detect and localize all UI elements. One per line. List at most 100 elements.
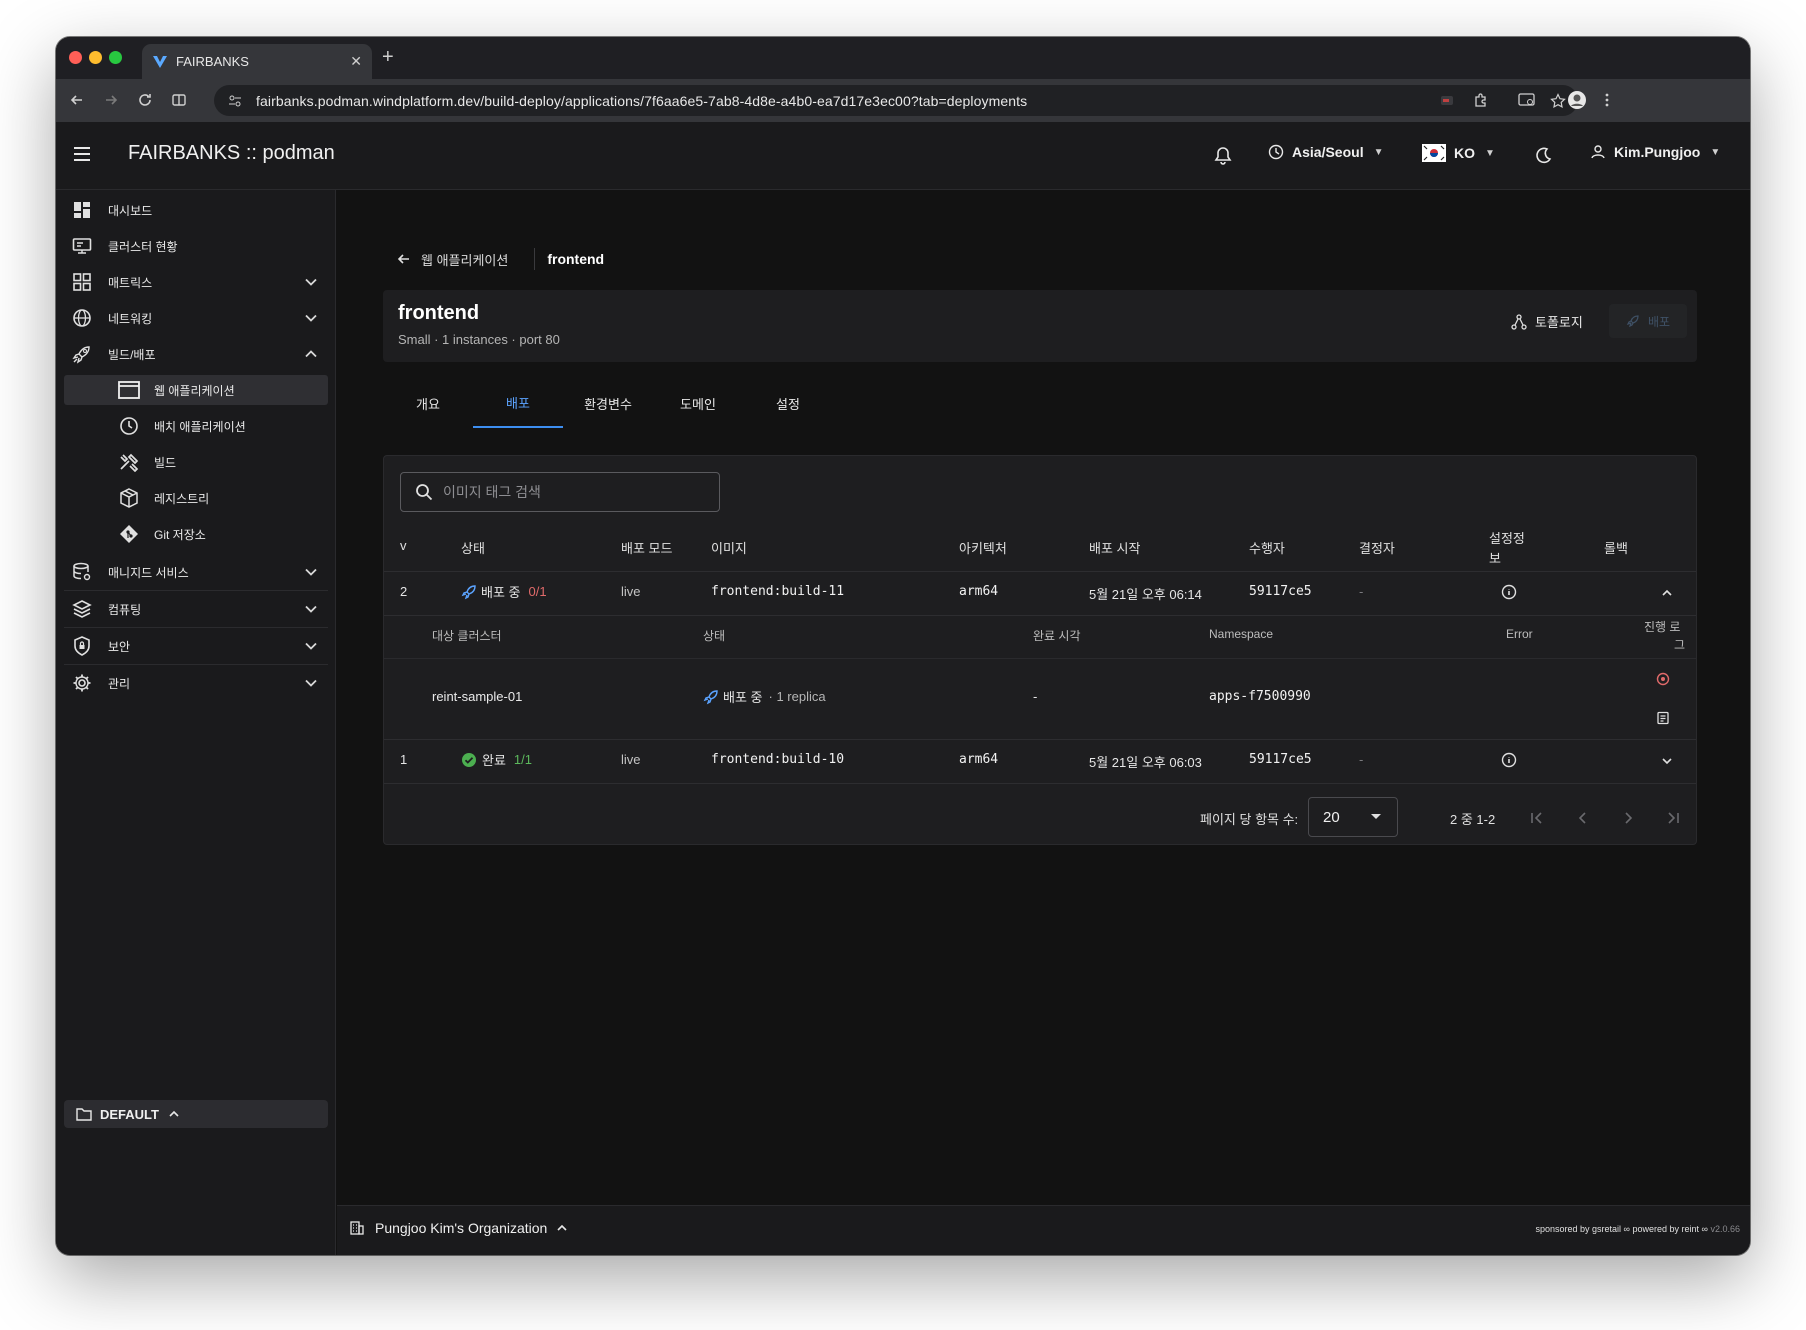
col-header-mode[interactable]: 배포 모드	[621, 538, 672, 557]
new-tab-icon[interactable]: +	[382, 46, 394, 69]
col-header-image[interactable]: 이미지	[711, 538, 747, 557]
browser-menu-icon[interactable]	[1596, 89, 1618, 111]
status-label: 완료	[482, 753, 506, 768]
sidebar-item-dashboard[interactable]: 대시보드	[64, 194, 328, 226]
next-page-icon[interactable]	[1619, 809, 1637, 827]
row-divider	[384, 571, 1696, 572]
sub-row-done: -	[1033, 689, 1038, 704]
chevron-up-icon	[557, 1224, 567, 1231]
sidebar-item-security[interactable]: 보안	[64, 630, 328, 662]
profile-avatar-icon[interactable]	[1566, 89, 1588, 111]
workspace-label: DEFAULT	[100, 1106, 159, 1122]
minimize-window-button[interactable]	[89, 51, 102, 64]
timezone-selector[interactable]: Asia/Seoul ▼	[1268, 144, 1384, 160]
tab-overview[interactable]: 개요	[383, 378, 473, 428]
info-icon[interactable]	[1501, 584, 1517, 600]
hamburger-menu-icon[interactable]	[72, 144, 92, 164]
clock-icon	[120, 417, 138, 435]
link-icon: ∞	[1623, 1224, 1630, 1234]
rows-per-page-label: 페이지 당 항목 수:	[1200, 812, 1299, 827]
browser-tab[interactable]: FAIRBANKS ✕	[142, 44, 372, 79]
rocket-icon	[703, 689, 718, 704]
col-header-version[interactable]: v	[400, 538, 407, 553]
sub-header-namespace: Namespace	[1209, 627, 1274, 641]
breadcrumb-back-link[interactable]: 웹 애플리케이션	[421, 250, 508, 269]
first-page-icon[interactable]	[1528, 809, 1546, 827]
col-header-arch[interactable]: 아키텍처	[959, 538, 1007, 557]
sidebar-item-cluster-status[interactable]: 클러스터 현황	[64, 230, 328, 262]
extensions-puzzle-icon[interactable]	[1470, 89, 1492, 111]
col-header-approver[interactable]: 결정자	[1359, 538, 1395, 557]
row-2-image: frontend:build-11	[711, 584, 845, 599]
close-tab-icon[interactable]: ✕	[350, 53, 362, 70]
chevron-down-icon: ▼	[1485, 147, 1495, 159]
deploy-button[interactable]: 배포	[1609, 304, 1687, 338]
powered-text: powered by reint	[1632, 1224, 1700, 1234]
sidebar-item-computing[interactable]: 컴퓨팅	[64, 593, 328, 625]
sub-header-status: 상태	[703, 629, 726, 643]
notification-bell-icon[interactable]	[1213, 146, 1233, 166]
row-1-approver: -	[1359, 752, 1364, 767]
search-input[interactable]	[443, 484, 703, 500]
sidebar-item-label: 관리	[108, 676, 131, 691]
sidebar-subitem-web-applications[interactable]: 웹 애플리케이션	[64, 375, 328, 405]
language-label: KO	[1454, 145, 1475, 161]
sidebar-item-build-deploy[interactable]: 빌드/배포	[64, 338, 328, 370]
row-1-version: 1	[400, 752, 408, 767]
sidebar-item-admin[interactable]: 관리	[64, 667, 328, 699]
topology-button[interactable]: 토폴로지	[1511, 312, 1583, 331]
stop-circle-icon[interactable]	[1656, 672, 1670, 686]
extension-icon[interactable]	[1436, 89, 1458, 111]
sidebar-subitem-batch-applications[interactable]: 배치 애플리케이션	[64, 411, 328, 441]
rocket-icon	[72, 346, 90, 364]
language-selector[interactable]: KO ▼	[1422, 144, 1495, 162]
tab-settings[interactable]: 설정	[743, 378, 833, 428]
row-divider	[384, 783, 1696, 784]
close-window-button[interactable]	[69, 51, 82, 64]
col-header-start[interactable]: 배포 시작	[1089, 538, 1140, 557]
bookmark-star-icon[interactable]	[1550, 92, 1566, 109]
row-2-version: 2	[400, 584, 408, 599]
sidebar-item-networking[interactable]: 네트워킹	[64, 302, 328, 334]
sub-header-log-line2: 그	[1674, 638, 1686, 652]
back-icon[interactable]	[66, 89, 88, 111]
log-document-icon[interactable]	[1656, 711, 1670, 725]
info-icon[interactable]	[1501, 752, 1517, 768]
sidebar-item-metrics[interactable]: 매트릭스	[64, 266, 328, 298]
sidebar-subitem-git-repositories[interactable]: Git 저장소	[64, 519, 328, 549]
sidebar-subitem-registry[interactable]: 레지스트리	[64, 483, 328, 513]
address-bar[interactable]: fairbanks.podman.windplatform.dev/build-…	[214, 85, 1578, 116]
user-menu[interactable]: Kim.Pungjoo ▼	[1590, 144, 1720, 160]
previous-page-icon[interactable]	[1574, 809, 1592, 827]
image-tag-search[interactable]	[400, 472, 720, 512]
tab-environment[interactable]: 환경변수	[563, 378, 653, 428]
forward-icon[interactable]	[100, 89, 122, 111]
workspace-selector[interactable]: DEFAULT	[64, 1100, 328, 1128]
breadcrumb-current: frontend	[547, 251, 605, 267]
theme-toggle-icon[interactable]	[1533, 146, 1553, 166]
split-view-icon[interactable]	[168, 89, 190, 111]
chevron-up-icon[interactable]	[1660, 588, 1674, 598]
sidebar-item-managed-services[interactable]: 매니지드 서비스	[64, 556, 328, 588]
breadcrumb: 웹 애플리케이션 frontend	[397, 248, 604, 270]
page-range: 2 중 1-2	[1450, 812, 1496, 827]
chevron-down-icon[interactable]	[1660, 756, 1674, 766]
tab-deployments[interactable]: 배포	[473, 378, 563, 428]
site-settings-icon[interactable]	[228, 94, 242, 108]
tab-domains[interactable]: 도메인	[653, 378, 743, 428]
sidebar-subitem-builds[interactable]: 빌드	[64, 447, 328, 477]
reload-icon[interactable]	[134, 89, 156, 111]
cast-icon[interactable]	[1516, 89, 1538, 111]
last-page-icon[interactable]	[1664, 809, 1682, 827]
sidebar-item-label: 컴퓨팅	[108, 602, 142, 617]
col-header-executor[interactable]: 수행자	[1249, 538, 1285, 557]
zoom-window-button[interactable]	[109, 51, 122, 64]
col-header-status[interactable]: 상태	[461, 538, 485, 557]
rows-per-page-select[interactable]: 20	[1308, 797, 1398, 837]
row-divider	[384, 615, 1696, 616]
organization-selector[interactable]: Pungjoo Kim's Organization	[349, 1220, 567, 1236]
sidebar-item-label: 빌드/배포	[108, 347, 156, 362]
row-2-status: 배포 중 0/1	[461, 582, 547, 601]
col-header-config-line2: 보	[1489, 551, 1501, 566]
back-arrow-icon[interactable]	[397, 252, 411, 266]
